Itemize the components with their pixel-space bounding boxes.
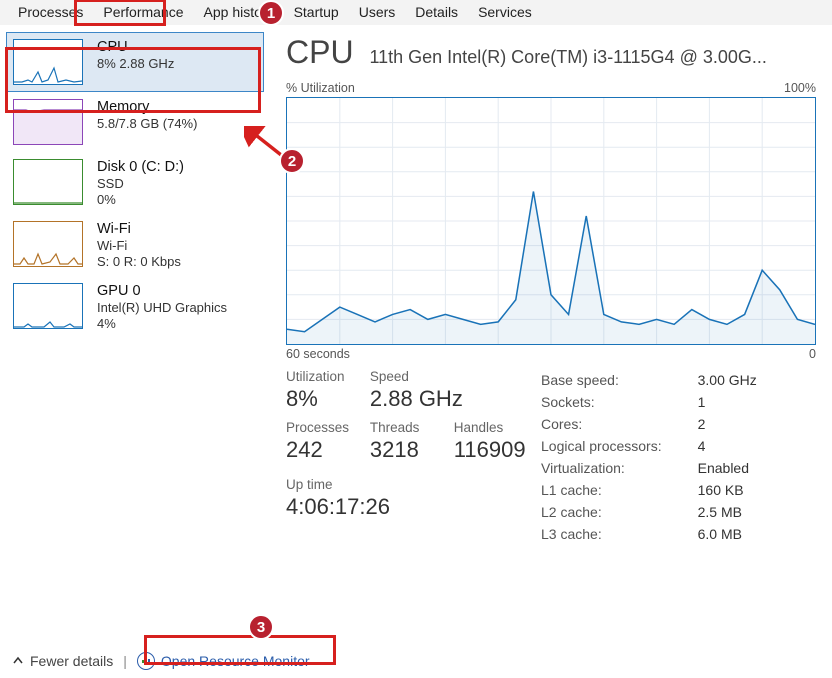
spec-key: L2 cache: (541, 501, 670, 523)
fewer-details-link[interactable]: Fewer details (30, 653, 113, 669)
cpu-utilization-chart (286, 97, 816, 345)
cpu-title: CPU (97, 39, 174, 55)
spec-row: L3 cache:6.0 MB (541, 523, 765, 545)
spec-key: Sockets: (541, 391, 670, 413)
gpu-sub1: Intel(R) UHD Graphics (97, 300, 227, 315)
handles-label: Handles (454, 420, 534, 435)
disk-title: Disk 0 (C: D:) (97, 159, 184, 175)
spec-row: Cores:2 (541, 413, 765, 435)
sidebar-item-memory[interactable]: Memory 5.8/7.8 GB (74%) (6, 92, 264, 152)
memory-title: Memory (97, 99, 197, 115)
tab-startup[interactable]: Startup (284, 0, 349, 25)
utilization-value: 8% (286, 386, 366, 412)
gpu-title: GPU 0 (97, 283, 227, 299)
cpu-stats-block: Utilization 8% Speed 2.88 GHz Processes … (286, 369, 541, 545)
threads-label: Threads (370, 420, 450, 435)
chart-top-right: 100% (784, 81, 816, 95)
handles-value: 116909 (454, 437, 534, 463)
spec-key: L3 cache: (541, 523, 670, 545)
speed-label: Speed (370, 369, 460, 384)
spec-value: 4 (670, 435, 765, 457)
spec-value: 3.00 GHz (670, 369, 765, 391)
spec-value: 6.0 MB (670, 523, 765, 545)
disk-sub2: 0% (97, 192, 184, 207)
threads-value: 3218 (370, 437, 450, 463)
spec-value: 160 KB (670, 479, 765, 501)
chart-top-left: % Utilization (286, 81, 355, 95)
tab-details[interactable]: Details (405, 0, 468, 25)
performance-sidebar: CPU 8% 2.88 GHz Memory 5.8/7.8 GB (74%) … (0, 26, 270, 624)
tab-app-history[interactable]: App history (194, 0, 284, 25)
panel-subtitle: 11th Gen Intel(R) Core(TM) i3-1115G4 @ 3… (369, 47, 766, 68)
tab-users[interactable]: Users (349, 0, 406, 25)
footer-bar: Fewer details | Open Resource Monitor (12, 652, 310, 670)
panel-title: CPU (286, 34, 354, 71)
chart-bottom-left: 60 seconds (286, 347, 350, 361)
cpu-thumb (13, 39, 83, 85)
processes-value: 242 (286, 437, 366, 463)
utilization-label: Utilization (286, 369, 366, 384)
spec-value: 1 (670, 391, 765, 413)
disk-sub1: SSD (97, 176, 184, 191)
memory-thumb (13, 99, 83, 145)
cpu-sub: 8% 2.88 GHz (97, 56, 174, 71)
cpu-specs-table: Base speed:3.00 GHzSockets:1Cores:2Logic… (541, 369, 816, 545)
spec-row: L1 cache:160 KB (541, 479, 765, 501)
chart-bottom-right: 0 (809, 347, 816, 361)
tab-performance[interactable]: Performance (93, 0, 193, 25)
uptime-label: Up time (286, 477, 541, 492)
wifi-title: Wi-Fi (97, 221, 181, 237)
chevron-up-icon[interactable] (12, 653, 24, 669)
uptime-value: 4:06:17:26 (286, 494, 541, 520)
disk-thumb (13, 159, 83, 205)
wifi-sub2: S: 0 R: 0 Kbps (97, 254, 181, 269)
sidebar-item-wifi[interactable]: Wi-Fi Wi-Fi S: 0 R: 0 Kbps (6, 214, 264, 276)
cpu-panel: CPU 11th Gen Intel(R) Core(TM) i3-1115G4… (270, 26, 832, 624)
spec-row: Sockets:1 (541, 391, 765, 413)
spec-key: Logical processors: (541, 435, 670, 457)
tab-processes[interactable]: Processes (8, 0, 93, 25)
resource-monitor-icon (137, 652, 155, 670)
spec-key: Base speed: (541, 369, 670, 391)
open-resource-monitor-link[interactable]: Open Resource Monitor (137, 652, 310, 670)
tab-bar: Processes Performance App history Startu… (0, 0, 832, 26)
speed-value: 2.88 GHz (370, 386, 460, 412)
sidebar-item-disk0[interactable]: Disk 0 (C: D:) SSD 0% (6, 152, 264, 214)
spec-key: L1 cache: (541, 479, 670, 501)
spec-key: Virtualization: (541, 457, 670, 479)
memory-sub: 5.8/7.8 GB (74%) (97, 116, 197, 131)
wifi-sub1: Wi-Fi (97, 238, 181, 253)
gpu-sub2: 4% (97, 316, 227, 331)
spec-row: Virtualization:Enabled (541, 457, 765, 479)
open-resource-monitor-label: Open Resource Monitor (161, 653, 310, 669)
spec-row: Base speed:3.00 GHz (541, 369, 765, 391)
gpu-thumb (13, 283, 83, 329)
spec-key: Cores: (541, 413, 670, 435)
spec-value: 2 (670, 413, 765, 435)
wifi-thumb (13, 221, 83, 267)
spec-row: Logical processors:4 (541, 435, 765, 457)
sidebar-item-cpu[interactable]: CPU 8% 2.88 GHz (6, 32, 264, 92)
sidebar-item-gpu[interactable]: GPU 0 Intel(R) UHD Graphics 4% (6, 276, 264, 338)
spec-value: Enabled (670, 457, 765, 479)
processes-label: Processes (286, 420, 366, 435)
tab-services[interactable]: Services (468, 0, 542, 25)
spec-row: L2 cache:2.5 MB (541, 501, 765, 523)
separator: | (123, 653, 127, 669)
spec-value: 2.5 MB (670, 501, 765, 523)
